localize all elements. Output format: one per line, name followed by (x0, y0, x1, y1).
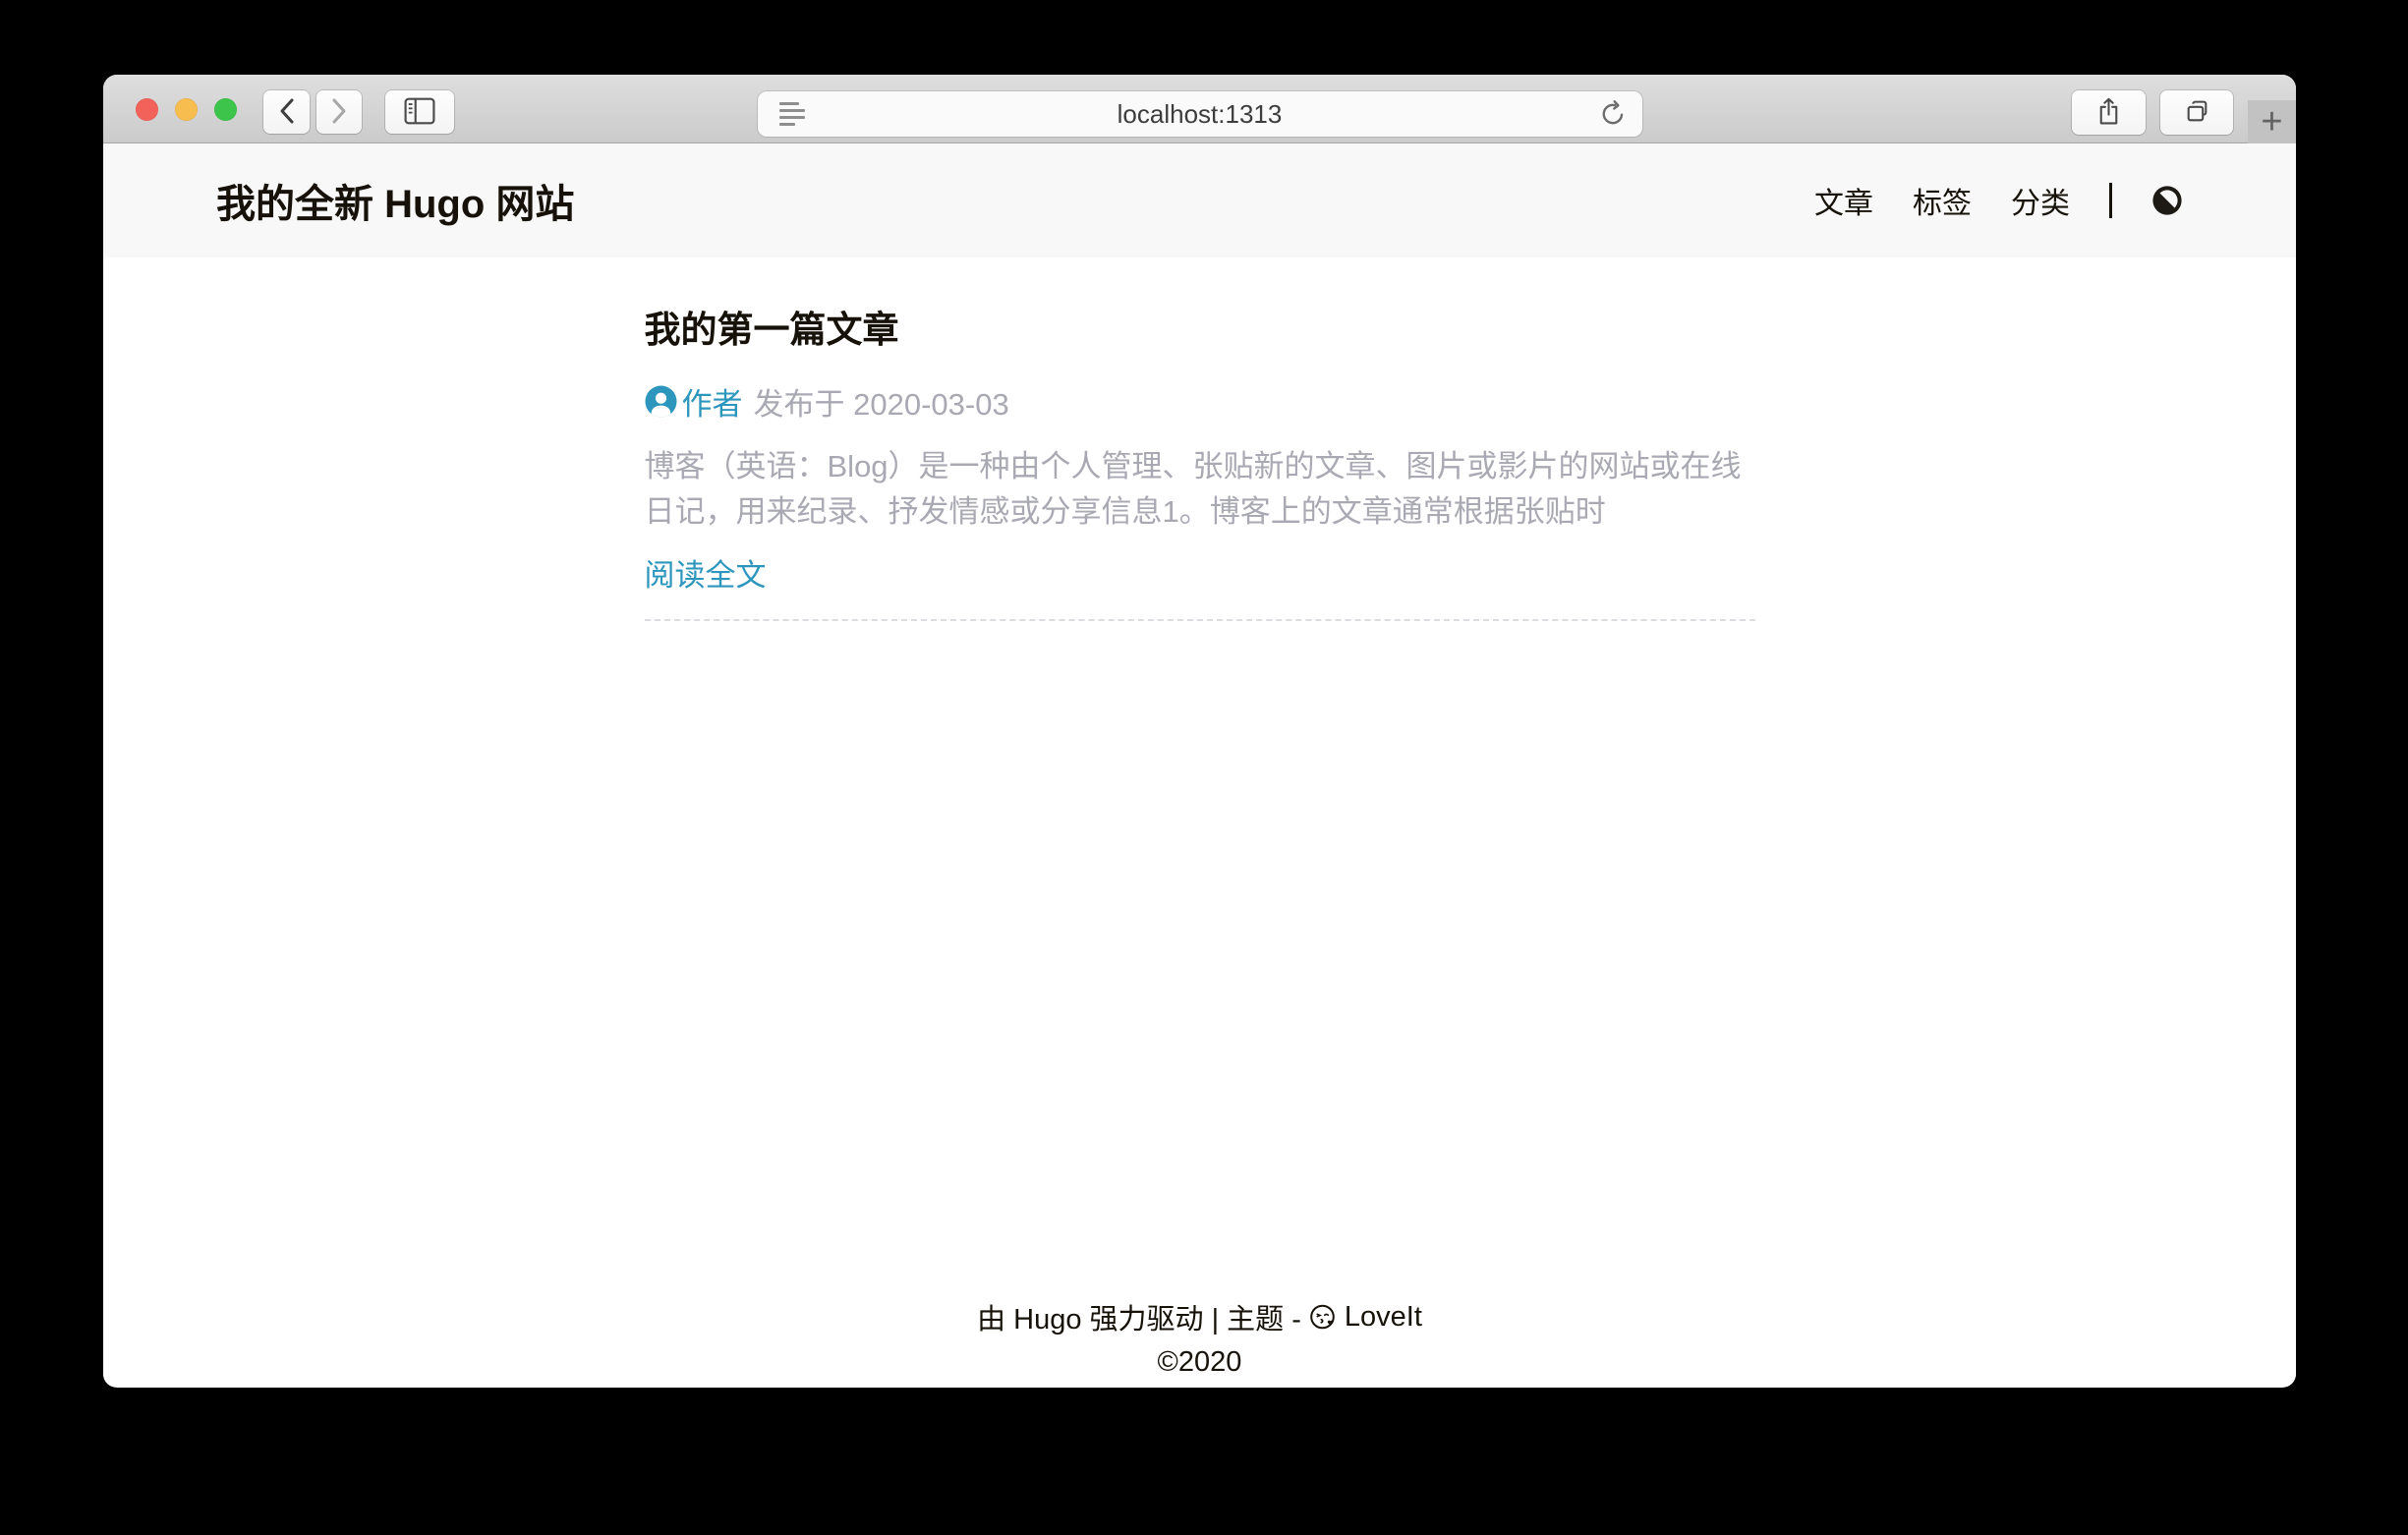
chevron-right-icon (330, 97, 348, 128)
post-title[interactable]: 我的第一篇文章 (645, 312, 1755, 349)
publish-date: 发布于 2020-03-03 (754, 379, 1009, 424)
traffic-lights (136, 75, 237, 143)
browser-window: localhost:1313 (103, 75, 2296, 1388)
site-header: 我的全新 Hugo 网站 文章 标签 分类 (103, 143, 2296, 257)
back-button[interactable] (263, 90, 310, 134)
footer-theme-name[interactable]: LoveIt (1345, 1301, 1422, 1334)
read-more-link[interactable]: 阅读全文 (645, 560, 767, 592)
author-avatar-icon (645, 385, 677, 418)
new-tab-button[interactable]: + (2248, 100, 2296, 143)
nav-item-tags[interactable]: 标签 (1913, 179, 1972, 222)
close-window-button[interactable] (136, 98, 158, 121)
post-list: 我的第一篇文章 作者 发布于 2020-03-03 (645, 257, 1755, 621)
nav-item-categories[interactable]: 分类 (2011, 179, 2070, 222)
sidebar-icon (404, 97, 435, 128)
author-link[interactable]: 作者 (682, 379, 743, 424)
sidebar-toggle-button[interactable] (385, 90, 454, 134)
share-button[interactable] (2072, 90, 2146, 135)
nav-divider (2109, 183, 2112, 218)
webpage: 我的全新 Hugo 网站 文章 标签 分类 我的第一篇文章 (103, 143, 2296, 1387)
minimize-window-button[interactable] (175, 98, 198, 121)
tabs-icon (2184, 98, 2210, 128)
chevron-left-icon (278, 97, 296, 128)
site-footer: 由 Hugo 强力驱动 | 主题 - LoveIt ©2020 (103, 1296, 2296, 1379)
footer-powered-by: 由 Hugo 强力驱动 | 主题 - LoveIt (103, 1296, 2296, 1337)
site-title[interactable]: 我的全新 Hugo 网站 (216, 172, 574, 229)
browser-toolbar: localhost:1313 (103, 75, 2296, 143)
post-meta: 作者 发布于 2020-03-03 (645, 379, 1755, 424)
share-icon (2095, 97, 2122, 129)
post-summary: 博客（英语：Blog）是一种由个人管理、张贴新的文章、图片或影片的网站或在线日记… (645, 444, 1755, 535)
footer-copyright: ©2020 (1158, 1346, 1242, 1379)
site-nav: 文章 标签 分类 (1814, 179, 2183, 222)
address-bar[interactable]: localhost:1313 (758, 91, 1642, 137)
forward-button[interactable] (316, 90, 362, 134)
refresh-icon[interactable] (1599, 100, 1627, 128)
reader-icon[interactable] (779, 102, 805, 126)
post-preview: 我的第一篇文章 作者 发布于 2020-03-03 (645, 257, 1755, 621)
footer-powered-text: 由 Hugo 强力驱动 | 主题 - (977, 1296, 1301, 1337)
theme-toggle-icon[interactable] (2151, 185, 2183, 216)
url-text[interactable]: localhost:1313 (758, 99, 1642, 130)
nav-item-posts[interactable]: 文章 (1814, 179, 1873, 222)
plus-icon: + (2261, 101, 2282, 143)
fullscreen-window-button[interactable] (214, 98, 237, 121)
kissing-face-icon (1309, 1303, 1337, 1331)
tab-overview-button[interactable] (2160, 90, 2233, 135)
